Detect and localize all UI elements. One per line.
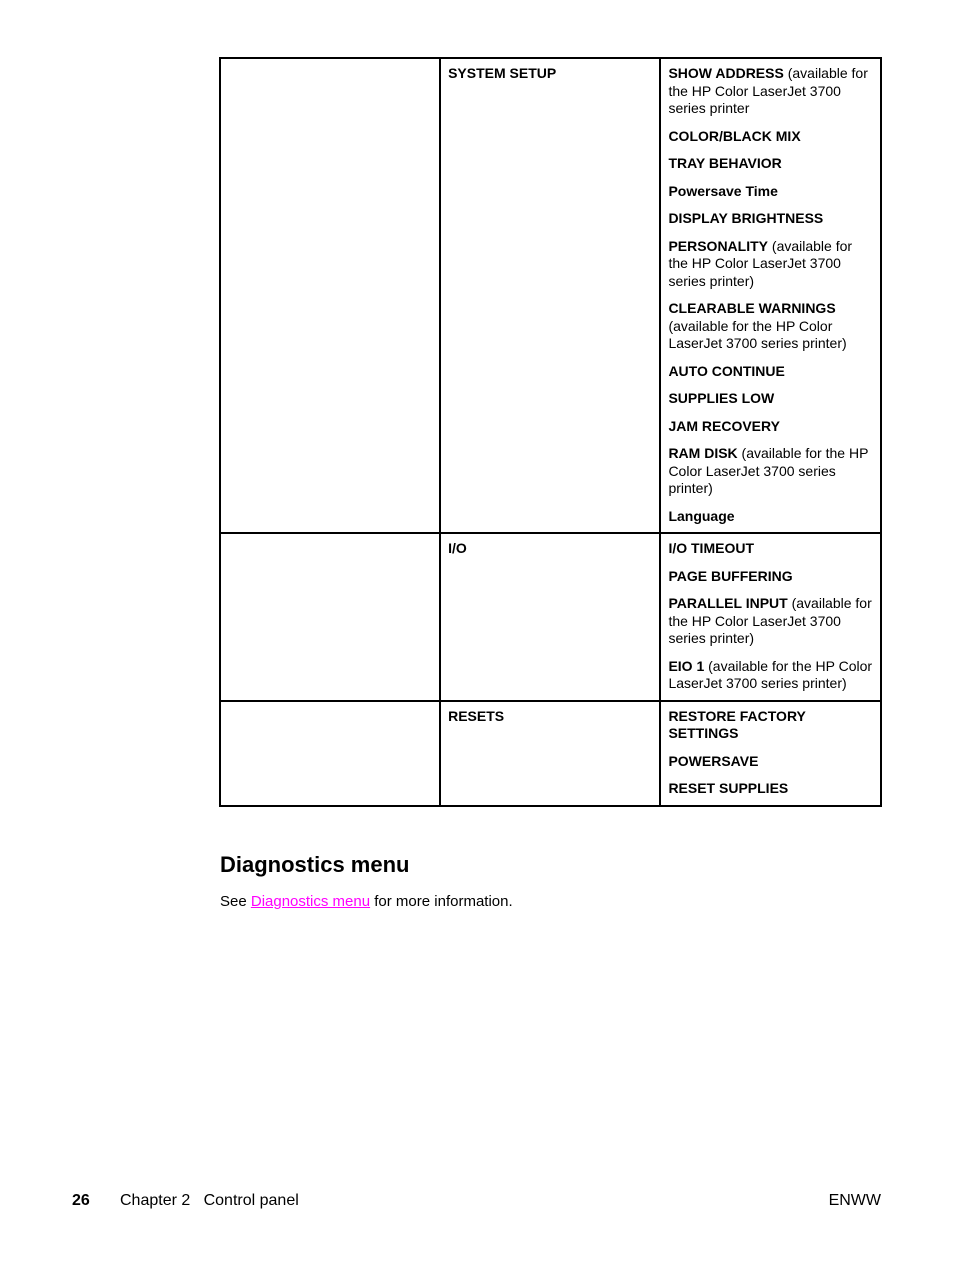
menu-item-name: CLEARABLE WARNINGS	[668, 300, 836, 316]
menu-item: PERSONALITY (available for the HP Color …	[668, 238, 873, 291]
menu-item: CLEARABLE WARNINGS (available for the HP…	[668, 300, 873, 353]
menu-item-name: RESET SUPPLIES	[668, 780, 789, 796]
menu-item: PARALLEL INPUT (available for the HP Col…	[668, 595, 873, 648]
menu-item-name: JAM RECOVERY	[668, 417, 780, 434]
section-heading: Diagnostics menu	[220, 852, 410, 877]
menu-item-name: TRAY BEHAVIOR	[668, 155, 782, 171]
menu-item-name: AUTO CONTINUE	[668, 362, 785, 379]
menu-item: SUPPLIES LOW	[668, 390, 873, 408]
footer-right-label: ENWW	[828, 1192, 881, 1209]
items-cell: I/O TIMEOUT PAGE BUFFERING PARALLEL INPUT …	[659, 532, 882, 702]
table-row: I/O I/O TIMEOUT PAGE BUFFERING PARALLEL INP…	[218, 532, 882, 702]
menu-item-name: RESTORE FACTORY SETTINGS	[668, 707, 806, 742]
menu-item: I/O TIMEOUT	[668, 540, 873, 558]
items-cell: RESTORE FACTORY SETTINGS POWERSAVE RESET S…	[659, 699, 882, 807]
menu-item-name: EIO 1	[668, 657, 705, 674]
menu-item-name: POWERSAVE	[668, 752, 759, 769]
submenu-cell: I/O	[439, 532, 662, 702]
table-row: RESETS RESTORE FACTORY SETTINGS POWERSAVE R…	[218, 699, 882, 807]
menu-item-name: PARALLEL INPUT	[668, 595, 788, 611]
menu-item-name: SUPPLIES LOW	[668, 390, 775, 406]
diagnostics-menu-link[interactable]: Diagnostics menu	[251, 893, 370, 910]
menu-item-name: COLOR/BLACK MIX	[668, 127, 801, 144]
menu-cell	[218, 699, 442, 807]
menu-cell	[218, 532, 442, 702]
menu-item-name: Powersave Time	[668, 182, 778, 199]
menu-item: COLOR/BLACK MIX	[668, 128, 873, 146]
menu-item-name: Language	[668, 507, 735, 524]
menu-item-name: I/O TIMEOUT	[668, 540, 754, 556]
menu-item: AUTO CONTINUE	[668, 363, 873, 381]
menu-item: POWERSAVE	[668, 753, 873, 771]
menu-item: RESTORE FACTORY SETTINGS	[668, 708, 873, 743]
menu-item: PAGE BUFFERING	[668, 568, 873, 586]
menu-item: TRAY BEHAVIOR	[668, 155, 873, 173]
menu-item-name: SHOW ADDRESS	[668, 65, 784, 81]
menu-item-note: (available for the HP Color LaserJet 370…	[668, 317, 847, 352]
chapter-title: Chapter 2 Control panel	[120, 1192, 299, 1209]
section-paragraph: See Diagnostics menu for more informatio…	[220, 893, 513, 910]
page-number: 26	[72, 1192, 90, 1209]
menu-item-name: RAM DISK	[668, 445, 738, 461]
menu-table: SYSTEM SETUP SHOW ADDRESS (available for …	[218, 57, 882, 807]
menu-item: Language	[668, 508, 873, 526]
text-after: for more information.	[370, 893, 513, 910]
menu-item-name: PERSONALITY	[668, 237, 769, 254]
items-cell: SHOW ADDRESS (available for the HP Color…	[659, 57, 882, 534]
text-before: See	[220, 893, 251, 910]
menu-item: SHOW ADDRESS (available for the HP Color…	[668, 65, 873, 118]
submenu-cell: SYSTEM SETUP	[439, 57, 662, 534]
submenu-cell: RESETS	[439, 699, 662, 807]
menu-item: EIO 1 (available for the HP Color LaserJ…	[668, 658, 873, 693]
menu-item-name: DISPLAY BRIGHTNESS	[668, 210, 824, 226]
menu-item: JAM RECOVERY	[668, 418, 873, 436]
menu-cell	[218, 57, 442, 534]
menu-item: RAM DISK (available for the HP Color Las…	[668, 445, 873, 498]
menu-item: DISPLAY BRIGHTNESS	[668, 210, 873, 228]
menu-item: Powersave Time	[668, 183, 873, 201]
table-row: SYSTEM SETUP SHOW ADDRESS (available for …	[218, 57, 882, 534]
menu-item: RESET SUPPLIES	[668, 780, 873, 798]
menu-item-name: PAGE BUFFERING	[668, 567, 793, 584]
